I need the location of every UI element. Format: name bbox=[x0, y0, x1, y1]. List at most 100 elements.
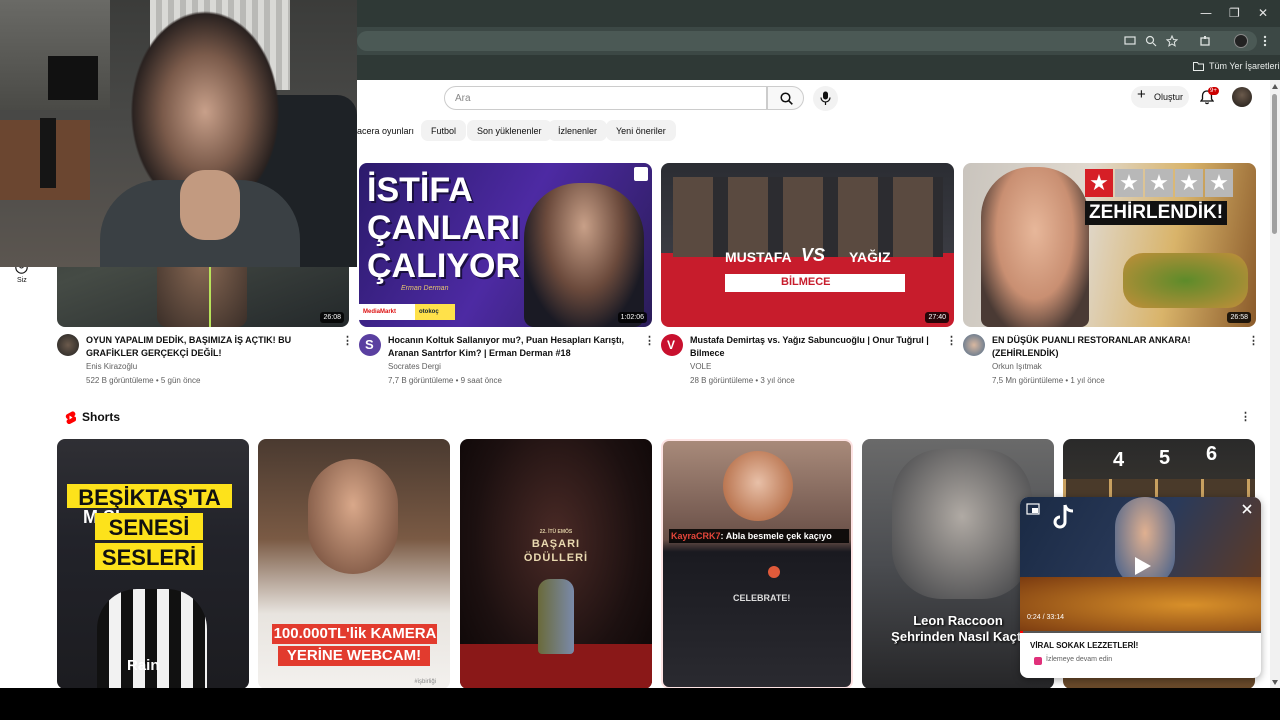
channel-logo-letter: V bbox=[667, 338, 676, 352]
channel-avatar[interactable]: V bbox=[661, 334, 683, 356]
short-thumbnail[interactable]: 100.000TL'lik KAMERA YERİNE WEBCAM! #işb… bbox=[258, 439, 450, 688]
cast-icon[interactable] bbox=[1124, 35, 1136, 47]
scroll-down-icon[interactable] bbox=[1272, 680, 1278, 685]
voice-search-button[interactable] bbox=[813, 86, 838, 111]
video-meta: 7,7 B görüntüleme • 9 saat önce bbox=[388, 376, 502, 385]
folder-icon bbox=[1193, 62, 1204, 71]
short-character bbox=[892, 449, 1032, 599]
search-icon bbox=[780, 92, 793, 105]
scroll-up-icon[interactable] bbox=[1272, 84, 1278, 89]
thumb-headline: İSTİFA ÇANLARI ÇALIYOR bbox=[367, 171, 520, 285]
video-title[interactable]: EN DÜŞÜK PUANLI RESTORANLAR ANKARA! (ZEH… bbox=[992, 334, 1237, 360]
tiktok-logo-icon bbox=[1053, 504, 1074, 529]
plus-icon: + bbox=[1137, 86, 1146, 103]
thumb-name-left: MUSTAFA bbox=[725, 249, 792, 265]
video-duration: 26:58 bbox=[1227, 312, 1251, 323]
extensions-icon[interactable] bbox=[1199, 35, 1211, 47]
rating-star: ★ bbox=[1175, 169, 1203, 197]
chip-football[interactable]: Futbol bbox=[421, 120, 467, 141]
short-small-text: 22. İTÜ EMÖS bbox=[539, 529, 573, 535]
thumb-logo: otokoç bbox=[415, 304, 455, 320]
restore-icon[interactable]: ❐ bbox=[1229, 6, 1240, 20]
shorts-mark-icon bbox=[634, 167, 648, 181]
account-avatar[interactable] bbox=[1232, 87, 1252, 107]
thumb-signature: Erman Derman bbox=[401, 285, 449, 292]
streamer-hand bbox=[180, 170, 240, 240]
address-field[interactable] bbox=[357, 31, 1257, 51]
thumb-headline: ZEHİRLENDİK! bbox=[1085, 201, 1228, 225]
minimize-icon[interactable]: — bbox=[1200, 6, 1212, 20]
miniplayer-video[interactable]: 0:24 / 33:14 bbox=[1020, 497, 1261, 633]
video-thumbnail[interactable]: ★ ★ ★ ★ ★ ZEHİRLENDİK! 26:58 bbox=[963, 163, 1256, 327]
video-title[interactable]: Mustafa Demirtaş vs. Yağız Sabuncuoğlu |… bbox=[690, 334, 935, 360]
mic-icon bbox=[820, 91, 831, 105]
video-meta: 522 B görüntüleme • 5 gün önce bbox=[86, 376, 201, 385]
progress-track[interactable] bbox=[1020, 631, 1261, 633]
miniplayer-food bbox=[1020, 577, 1261, 633]
channel-avatar[interactable] bbox=[963, 334, 985, 356]
play-icon[interactable] bbox=[1131, 555, 1153, 577]
chip-watched[interactable]: İzlenenler bbox=[548, 120, 608, 141]
channel-avatar[interactable] bbox=[57, 334, 79, 356]
short-person bbox=[723, 451, 793, 521]
search-placeholder: Ara bbox=[455, 93, 471, 104]
rating-star: ★ bbox=[1115, 169, 1143, 197]
short-person bbox=[308, 459, 398, 574]
short-overlay-line-1: BAŞARI bbox=[531, 538, 581, 550]
short-tag: #işbirliği bbox=[414, 679, 436, 685]
channel-name[interactable]: Enis Kirazoğlu bbox=[86, 362, 137, 371]
video-thumbnail[interactable]: İSTİFA ÇANLARI ÇALIYOR Erman Derman Medi… bbox=[359, 163, 652, 327]
short-thumbnail[interactable]: M SI BEŞİKTAŞ'TA SENESİ SESLERİ Rain bbox=[57, 439, 249, 688]
more-options-icon[interactable]: ⋮ bbox=[342, 334, 353, 347]
chip-recently-uploaded[interactable]: Son yüklenenler bbox=[467, 120, 552, 141]
close-window-icon[interactable]: ✕ bbox=[1258, 6, 1268, 20]
short-caption: KayraCRK7: Abla besmele çek kaçıyo bbox=[671, 531, 832, 541]
scrollbar-thumb[interactable] bbox=[1272, 94, 1277, 234]
channel-avatar[interactable]: S bbox=[359, 334, 381, 356]
rating-star: ★ bbox=[1085, 169, 1113, 197]
thumb-person bbox=[524, 183, 644, 327]
menu-icon[interactable] bbox=[1262, 35, 1268, 47]
short-sponsor: Rain bbox=[127, 657, 160, 674]
short-overlay-line-3: SESLERİ bbox=[101, 545, 197, 570]
thumb-vs: VS bbox=[801, 245, 826, 265]
video-title[interactable]: Hocanın Koltuk Sallanıyor mu?, Puan Hesa… bbox=[388, 334, 633, 360]
shorts-more-icon[interactable]: ⋮ bbox=[1240, 410, 1251, 423]
profile-icon[interactable] bbox=[1234, 34, 1248, 48]
more-options-icon[interactable]: ⋮ bbox=[644, 334, 655, 347]
video-thumbnail[interactable]: MUSTAFA VS YAĞIZ BİLMECE 27:40 bbox=[661, 163, 954, 327]
more-options-icon[interactable]: ⋮ bbox=[946, 334, 957, 347]
rating-star: ★ bbox=[1205, 169, 1233, 197]
caption-text: : Abla besmele çek kaçıyo bbox=[720, 531, 832, 541]
you-label: Siz bbox=[17, 277, 27, 284]
more-options-icon[interactable]: ⋮ bbox=[1248, 334, 1259, 347]
chip-new-to-you[interactable]: Yeni öneriler bbox=[606, 120, 676, 141]
shorts-logo-icon bbox=[65, 411, 76, 424]
search-button[interactable] bbox=[767, 86, 804, 110]
all-bookmarks-label[interactable]: Tüm Yer İşaretleri bbox=[1209, 61, 1280, 71]
short-thumbnail[interactable]: KayraCRK7: Abla besmele çek kaçıyo CELEB… bbox=[661, 439, 853, 688]
progress-fill bbox=[1020, 631, 1023, 633]
channel-name[interactable]: Socrates Dergi bbox=[388, 362, 441, 371]
miniplayer-title[interactable]: VİRAL SOKAK LEZZETLERİ! bbox=[1030, 641, 1138, 650]
star-icon[interactable] bbox=[1166, 35, 1178, 47]
rating-star: ★ bbox=[1145, 169, 1173, 197]
expand-icon[interactable] bbox=[1026, 503, 1040, 515]
fret-number: 4 bbox=[1113, 449, 1125, 471]
guitar-neck bbox=[1063, 479, 1255, 499]
video-duration: 1:02:06 bbox=[617, 312, 647, 323]
short-thumbnail[interactable]: 22. İTÜ EMÖS BAŞARI ÖDÜLLERİ bbox=[460, 439, 652, 688]
short-overlay-line-2: YERİNE WEBCAM! bbox=[286, 647, 422, 664]
channel-name[interactable]: VOLE bbox=[690, 362, 711, 371]
zoom-icon[interactable] bbox=[1145, 35, 1157, 47]
search-input[interactable]: Ara bbox=[444, 86, 767, 110]
miniplayer[interactable]: 0:24 / 33:14 VİRAL SOKAK LEZZETLERİ! İzl… bbox=[1020, 497, 1261, 678]
close-miniplayer-icon[interactable] bbox=[1242, 504, 1252, 514]
thumb-star-rating: ★ ★ ★ ★ ★ bbox=[1085, 169, 1233, 197]
pc-tower bbox=[40, 118, 56, 188]
short-people bbox=[538, 579, 574, 654]
channel-name[interactable]: Orkun Işıtmak bbox=[992, 362, 1042, 371]
notification-badge: 9+ bbox=[1208, 87, 1219, 95]
video-title[interactable]: OYUN YAPALIM DEDİK, BAŞIMIZA İŞ AÇTIK! B… bbox=[86, 334, 331, 360]
chip-adventure-games[interactable]: acera oyunları bbox=[350, 120, 425, 141]
